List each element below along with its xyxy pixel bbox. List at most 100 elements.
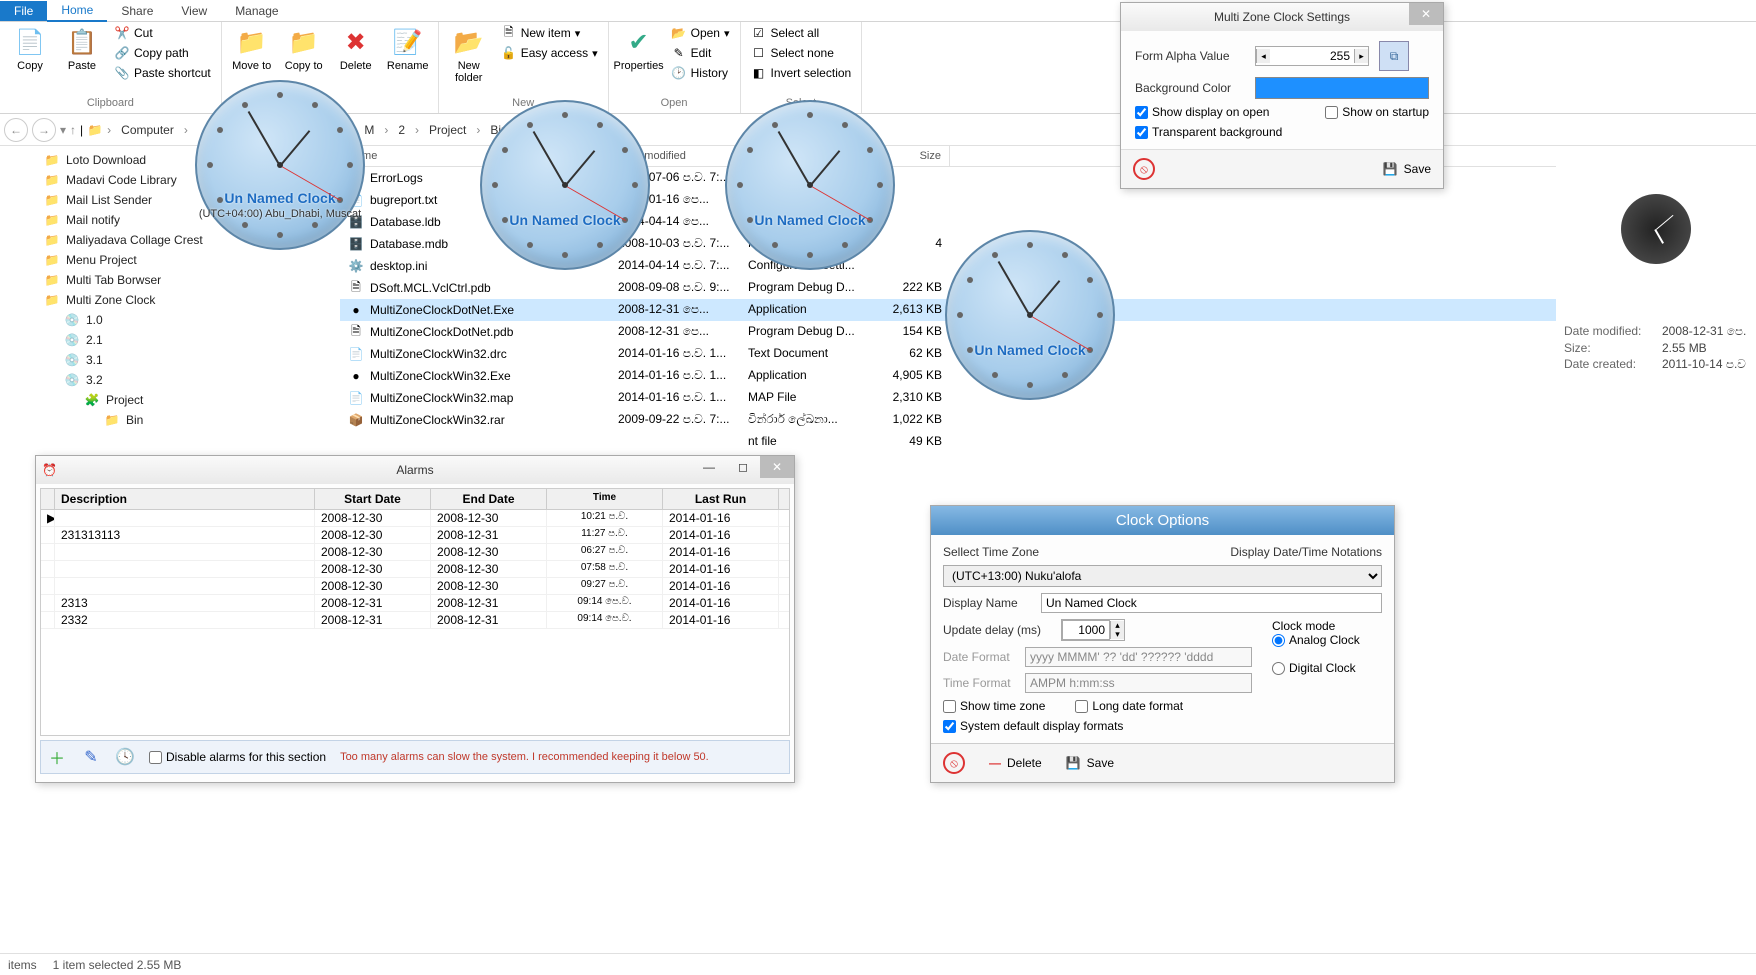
tree-version[interactable]: 💿2.1 xyxy=(4,330,336,350)
invert-selection-button[interactable]: ◧Invert selection xyxy=(747,64,856,82)
clock-widget-2[interactable]: Un Named Clock xyxy=(480,100,650,270)
tree-project[interactable]: 🧩Project xyxy=(4,390,336,410)
tab-home[interactable]: Home xyxy=(47,0,107,22)
crumb-project[interactable]: Project xyxy=(423,121,472,139)
file-icon: 📄 xyxy=(348,390,364,406)
alarm-edit-button[interactable]: ✎ xyxy=(81,747,101,767)
select-none-button[interactable]: ☐Select none xyxy=(747,44,856,62)
nav-back-button[interactable]: ← xyxy=(4,118,28,142)
rename-button[interactable]: 📝Rename xyxy=(384,24,432,74)
tree-version[interactable]: 💿1.0 xyxy=(4,310,336,330)
crumb-2[interactable]: 2 xyxy=(392,121,411,139)
delete-button[interactable]: ✖Delete xyxy=(332,24,380,74)
move-to-button[interactable]: 📁Move to xyxy=(228,24,276,74)
file-row[interactable]: 📄MultiZoneClockWin32.map2014-01-16 ප.ව. … xyxy=(340,387,1556,409)
tab-share[interactable]: Share xyxy=(107,1,167,21)
long-date-checkbox[interactable]: Long date format xyxy=(1075,699,1183,713)
paste-shortcut-button[interactable]: 📎Paste shortcut xyxy=(110,64,215,82)
clock-options-title: Clock Options xyxy=(931,506,1394,535)
alarm-row[interactable]: 23322008-12-312008-12-3109:14 පෙ.ව.2014-… xyxy=(41,612,789,629)
alarm-row[interactable]: 2313131132008-12-302008-12-3111:27 ප.ව.2… xyxy=(41,527,789,544)
settings-close-button[interactable]: ✕ xyxy=(1409,3,1443,25)
select-all-button[interactable]: ☑Select all xyxy=(747,24,856,42)
tree-item[interactable]: 📁Menu Project xyxy=(4,250,336,270)
copy-path-button[interactable]: 🔗Copy path xyxy=(110,44,215,62)
show-timezone-checkbox[interactable]: Show time zone xyxy=(943,699,1045,713)
alarms-header-lastrun[interactable]: Last Run xyxy=(663,489,779,509)
clock-widget-3[interactable]: Un Named Clock xyxy=(725,100,895,270)
open-button[interactable]: 📂Open ▾ xyxy=(667,24,734,42)
alarm-row[interactable]: 2008-12-302008-12-3009:27 ප.ව.2014-01-16 xyxy=(41,578,789,595)
alarms-header-end[interactable]: End Date xyxy=(431,489,547,509)
tree-bin[interactable]: 📁Bin xyxy=(4,410,336,430)
timezone-select[interactable]: (UTC+13:00) Nuku'alofa xyxy=(943,565,1382,587)
copy-to-button[interactable]: 📁Copy to xyxy=(280,24,328,74)
paste-button[interactable]: 📋Paste xyxy=(58,24,106,74)
tree-item[interactable]: 📁Multi Tab Borwser xyxy=(4,270,336,290)
tab-file[interactable]: File xyxy=(0,1,47,21)
delay-input[interactable] xyxy=(1062,620,1110,640)
alarms-maximize-button[interactable]: ◻ xyxy=(726,456,760,478)
alarm-row[interactable]: 2008-12-302008-12-3006:27 ප.ව.2014-01-16 xyxy=(41,544,789,561)
alarm-row[interactable]: ▶2008-12-302008-12-3010:21 ප.ව.2014-01-1… xyxy=(41,510,789,527)
alarm-row[interactable]: 2008-12-302008-12-3007:58 ප.ව.2014-01-16 xyxy=(41,561,789,578)
analog-radio[interactable]: Analog Clock xyxy=(1272,633,1382,647)
alarm-schedule-button[interactable]: 🕓 xyxy=(115,747,135,767)
alpha-spinner[interactable]: ◂ ▸ xyxy=(1255,46,1369,66)
folder-icon: 📁 xyxy=(44,212,60,228)
clock-options-save-button[interactable]: 💾Save xyxy=(1066,756,1114,770)
transparent-bg-checkbox[interactable]: Transparent background xyxy=(1135,125,1429,139)
edit-button[interactable]: ✎Edit xyxy=(667,44,734,62)
alarm-row[interactable]: 23132008-12-312008-12-3109:14 පෙ.ව.2014-… xyxy=(41,595,789,612)
disable-alarms-checkbox[interactable]: Disable alarms for this section xyxy=(149,750,326,764)
show-on-open-checkbox[interactable]: Show display on open xyxy=(1135,105,1269,119)
clock-options-delete-button[interactable]: —Delete xyxy=(989,756,1042,770)
settings-gadget-icon[interactable]: ⧉ xyxy=(1379,41,1409,71)
save-icon: 💾 xyxy=(1383,162,1398,176)
delay-down[interactable]: ▾ xyxy=(1110,630,1124,639)
alpha-increment[interactable]: ▸ xyxy=(1354,49,1368,63)
new-folder-button[interactable]: 📂New folder xyxy=(445,24,493,86)
settings-cancel-button[interactable]: ⦸ xyxy=(1133,158,1155,180)
tab-view[interactable]: View xyxy=(167,1,221,21)
cut-button[interactable]: ✂️Cut xyxy=(110,24,215,42)
tree-version[interactable]: 💿3.1 xyxy=(4,350,336,370)
file-icon: ⚙️ xyxy=(348,258,364,274)
clock-widget-1[interactable]: Un Named Clock (UTC+04:00) Abu_Dhabi, Mu… xyxy=(195,80,365,250)
properties-button[interactable]: ✔Properties xyxy=(615,24,663,74)
settings-save-button[interactable]: 💾Save xyxy=(1383,162,1431,176)
tree-version[interactable]: 💿3.2 xyxy=(4,370,336,390)
show-on-startup-checkbox[interactable]: Show on startup xyxy=(1325,105,1429,119)
bgcolor-picker[interactable] xyxy=(1255,77,1429,99)
tab-manage[interactable]: Manage xyxy=(221,1,292,21)
alarms-title: ⏰ Alarms — ◻ ✕ xyxy=(36,456,794,484)
clock-options-cancel-button[interactable]: ⦸ xyxy=(943,752,965,774)
file-row[interactable]: ●MultiZoneClockWin32.Exe2014-01-16 ප.ව. … xyxy=(340,365,1556,387)
file-row[interactable]: nt file49 KB xyxy=(340,431,1556,453)
alarms-header-start[interactable]: Start Date xyxy=(315,489,431,509)
alarm-add-button[interactable]: ＋ xyxy=(47,747,67,767)
alarms-header-description[interactable]: Description xyxy=(55,489,315,509)
file-row[interactable]: 📦MultiZoneClockWin32.rar2009-09-22 ප.ව. … xyxy=(340,409,1556,431)
alarms-close-button[interactable]: ✕ xyxy=(760,456,794,478)
notations-link[interactable]: Display Date/Time Notations xyxy=(1230,545,1382,559)
alpha-decrement[interactable]: ◂ xyxy=(1256,49,1270,63)
display-name-input[interactable] xyxy=(1041,593,1382,613)
crumb-m[interactable]: M xyxy=(358,121,380,139)
delay-spinner[interactable]: ▴▾ xyxy=(1061,619,1125,641)
history-button[interactable]: 🕑History xyxy=(667,64,734,82)
nav-forward-button[interactable]: → xyxy=(32,118,56,142)
tree-item[interactable]: 📁Multi Zone Clock xyxy=(4,290,336,310)
copy-button[interactable]: 📄Copy xyxy=(6,24,54,74)
crumb-computer[interactable]: Computer xyxy=(115,121,180,139)
alarms-minimize-button[interactable]: — xyxy=(692,456,726,478)
alarms-header-time[interactable]: Time xyxy=(547,489,663,509)
alpha-input[interactable] xyxy=(1270,47,1354,65)
group-open-label: Open xyxy=(615,97,734,111)
easy-access-button[interactable]: 🔓Easy access ▾ xyxy=(497,44,602,62)
clock-widget-4[interactable]: Un Named Clock xyxy=(945,230,1115,400)
digital-radio[interactable]: Digital Clock xyxy=(1272,661,1382,675)
file-icon: 🗄️ xyxy=(348,236,364,252)
new-item-button[interactable]: 🗎New item ▾ xyxy=(497,24,602,42)
sys-default-checkbox[interactable]: System default display formats xyxy=(943,719,1382,733)
